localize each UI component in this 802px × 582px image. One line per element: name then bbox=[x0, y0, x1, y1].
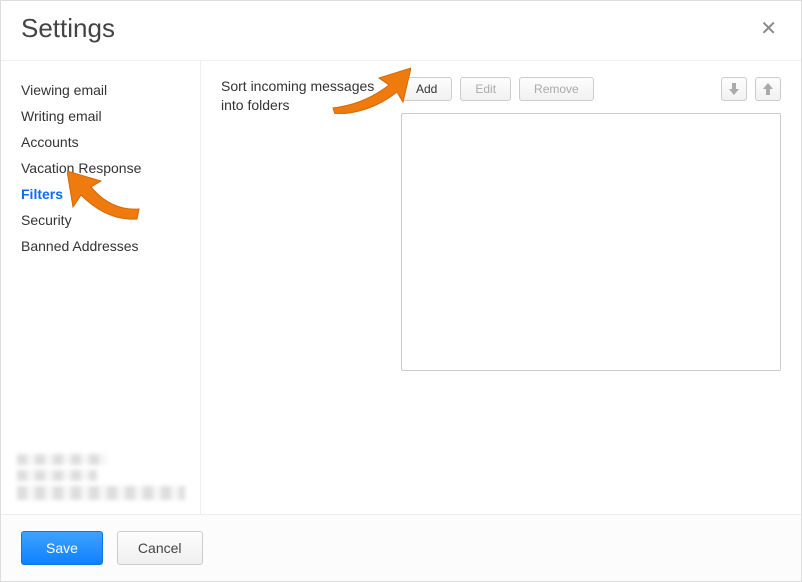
close-icon[interactable]: ✕ bbox=[756, 15, 781, 43]
settings-sidebar: Viewing email Writing email Accounts Vac… bbox=[1, 61, 201, 514]
filters-toolbar: Add Edit Remove bbox=[401, 77, 781, 101]
arrow-up-icon bbox=[763, 83, 773, 95]
arrow-down-icon bbox=[729, 83, 739, 95]
redacted-line bbox=[17, 470, 97, 481]
sidebar-item-label: Filters bbox=[21, 186, 63, 202]
filters-controls: Add Edit Remove bbox=[401, 77, 781, 371]
sidebar-item-label: Security bbox=[21, 212, 72, 228]
settings-panel: Sort incoming messages into folders Add … bbox=[201, 61, 801, 514]
redacted-line bbox=[17, 486, 185, 500]
filters-row: Sort incoming messages into folders Add … bbox=[221, 77, 781, 371]
section-label: Sort incoming messages into folders bbox=[221, 77, 401, 115]
sidebar-item-label: Viewing email bbox=[21, 82, 107, 98]
modal-title: Settings bbox=[21, 13, 115, 44]
sidebar-item-accounts[interactable]: Accounts bbox=[1, 129, 200, 155]
remove-button[interactable]: Remove bbox=[519, 77, 594, 101]
sidebar-item-viewing-email[interactable]: Viewing email bbox=[1, 77, 200, 103]
redacted-line bbox=[17, 454, 107, 465]
save-button[interactable]: Save bbox=[21, 531, 103, 565]
sidebar-item-banned-addresses[interactable]: Banned Addresses bbox=[1, 233, 200, 259]
move-down-button[interactable] bbox=[721, 77, 747, 101]
modal-footer: Save Cancel bbox=[1, 514, 801, 581]
settings-modal: Settings ✕ Viewing email Writing email A… bbox=[0, 0, 802, 582]
modal-header: Settings ✕ bbox=[1, 1, 801, 60]
sidebar-item-vacation-response[interactable]: Vacation Response bbox=[1, 155, 200, 181]
sidebar-item-label: Accounts bbox=[21, 134, 79, 150]
move-up-button[interactable] bbox=[755, 77, 781, 101]
sidebar-item-writing-email[interactable]: Writing email bbox=[1, 103, 200, 129]
modal-content: Viewing email Writing email Accounts Vac… bbox=[1, 60, 801, 514]
add-button[interactable]: Add bbox=[401, 77, 452, 101]
filters-listbox[interactable] bbox=[401, 113, 781, 371]
cancel-button[interactable]: Cancel bbox=[117, 531, 203, 565]
sidebar-item-security[interactable]: Security bbox=[1, 207, 200, 233]
sidebar-account-info bbox=[1, 442, 200, 514]
sidebar-item-filters[interactable]: Filters bbox=[1, 181, 200, 207]
sidebar-item-label: Vacation Response bbox=[21, 160, 141, 176]
sidebar-item-label: Writing email bbox=[21, 108, 102, 124]
sidebar-item-label: Banned Addresses bbox=[21, 238, 139, 254]
edit-button[interactable]: Edit bbox=[460, 77, 511, 101]
sidebar-list: Viewing email Writing email Accounts Vac… bbox=[1, 77, 200, 442]
